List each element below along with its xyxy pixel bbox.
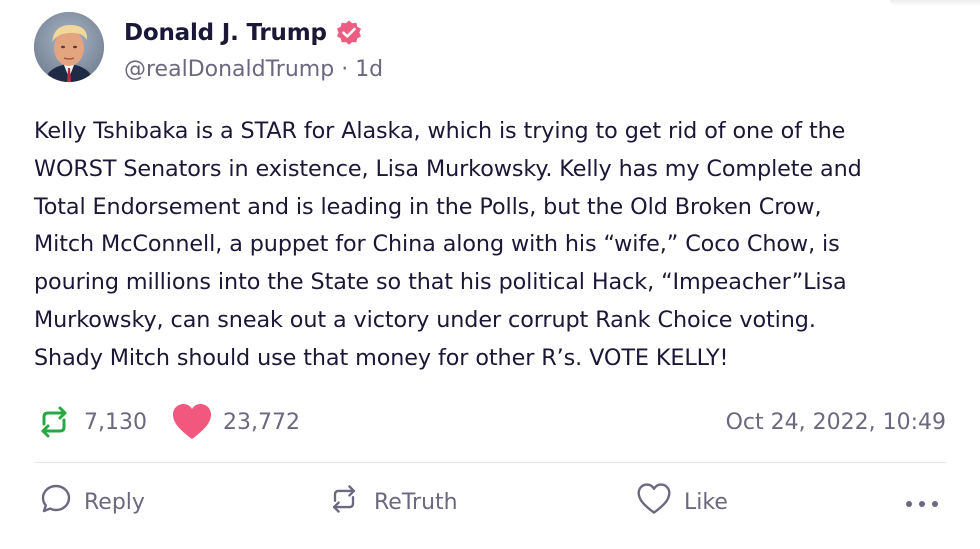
author-display-name[interactable]: Donald J. Trump <box>124 20 327 46</box>
reply-button[interactable]: Reply <box>40 480 145 524</box>
retruth-icon <box>34 402 74 442</box>
divider <box>34 462 946 463</box>
author-handle[interactable]: @realDonaldTrump <box>124 57 334 82</box>
post-timestamp[interactable]: Oct 24, 2022, 10:49 <box>726 410 946 435</box>
reply-label: Reply <box>84 489 145 515</box>
retruth-count-value: 7,130 <box>84 409 147 435</box>
retruth-icon <box>326 481 362 523</box>
meta-separator: · <box>341 56 349 82</box>
post-stats: 7,130 23,772 Oct 24, 2022, 10:49 <box>34 400 946 444</box>
like-count[interactable]: 23,772 <box>171 402 300 442</box>
avatar[interactable] <box>34 12 104 82</box>
adjacent-card-edge <box>890 0 980 6</box>
author-handle-row: @realDonaldTrump · 1d <box>124 54 383 84</box>
heart-outline-icon <box>636 482 672 522</box>
post-actions: Reply ReTruth Like <box>34 480 946 524</box>
like-button[interactable]: Like <box>636 480 728 524</box>
like-count-value: 23,772 <box>222 409 300 435</box>
retruth-count[interactable]: 7,130 <box>34 402 147 442</box>
post-body: Kelly Tshibaka is a STAR for Alaska, whi… <box>34 118 862 371</box>
like-label: Like <box>684 489 728 515</box>
author-name-row: Donald J. Trump <box>124 16 363 50</box>
retruth-label: ReTruth <box>374 489 458 515</box>
retruth-button[interactable]: ReTruth <box>326 480 458 524</box>
verified-badge-icon <box>335 19 363 47</box>
truth-post: Donald J. Trump @realDonaldTrump · 1d Ke… <box>0 0 980 549</box>
more-dots-icon <box>904 490 940 515</box>
post-age: 1d <box>355 56 384 82</box>
more-options-button[interactable] <box>904 480 940 524</box>
avatar-photo <box>34 12 104 82</box>
comment-bubble-icon <box>40 483 72 521</box>
heart-filled-icon <box>171 402 213 442</box>
